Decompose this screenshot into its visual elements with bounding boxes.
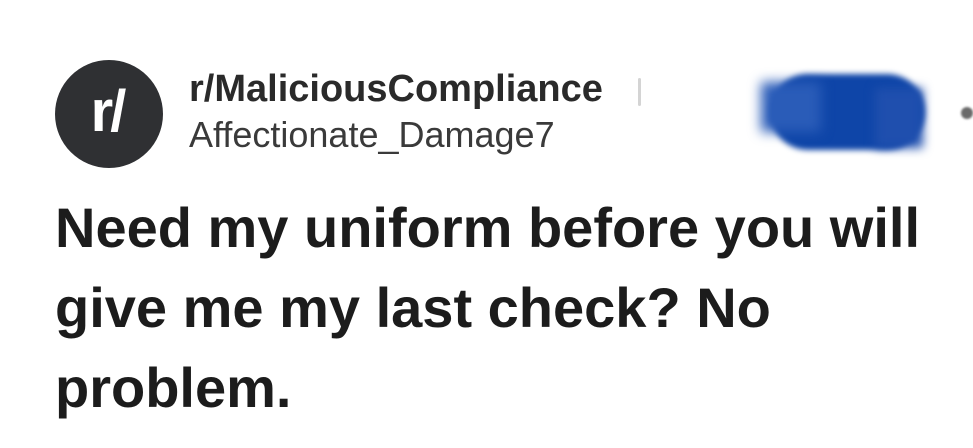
- post-title[interactable]: Need my uniform before you will give me …: [55, 188, 955, 428]
- subreddit-link[interactable]: r/MaliciousCompliance: [189, 66, 603, 112]
- more-options-icon: [961, 107, 973, 119]
- post-header: r/ r/MaliciousCompliance Affectionate_Da…: [55, 60, 973, 170]
- redaction-blur: [875, 88, 923, 148]
- subreddit-avatar-icon: r/: [90, 78, 127, 144]
- post-meta: r/MaliciousCompliance Affectionate_Damag…: [189, 66, 603, 158]
- redaction-blur: [761, 82, 821, 132]
- more-options-button[interactable]: [961, 100, 973, 126]
- subreddit-avatar[interactable]: r/: [55, 60, 163, 168]
- author-link[interactable]: Affectionate_Damage7: [189, 112, 603, 158]
- meta-separator: [638, 78, 641, 106]
